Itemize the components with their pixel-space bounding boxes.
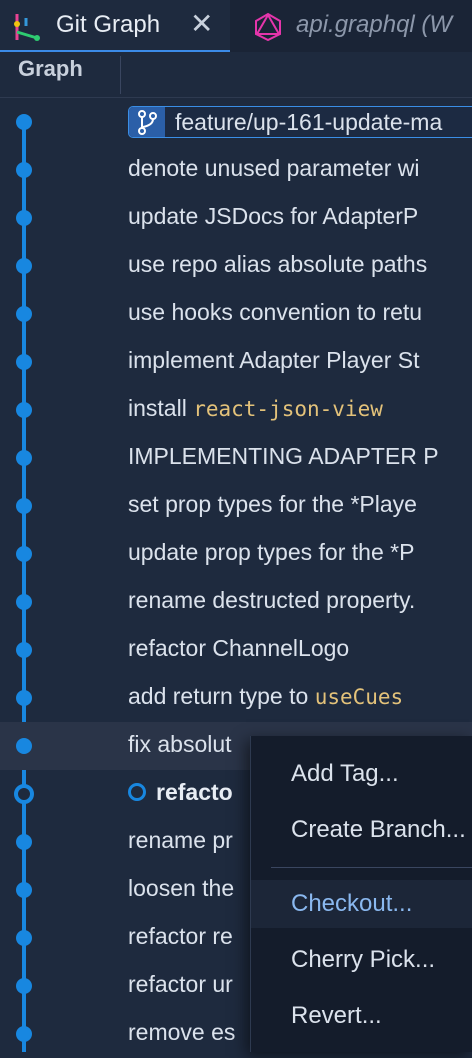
table-row[interactable]: use hooks convention to retu (0, 290, 472, 338)
menu-item-checkout[interactable]: Checkout... (251, 880, 472, 928)
commit-dot (16, 258, 32, 274)
commit-message: update prop types for the *P (128, 539, 415, 565)
commit-dot (16, 354, 32, 370)
commit-text: refacto (156, 779, 233, 805)
commit-message: refactor ur (128, 971, 233, 997)
table-row[interactable]: feature/up-161-update-ma (0, 98, 472, 146)
menu-item-label: Checkout... (291, 890, 413, 917)
tab-label: Git Graph (56, 11, 161, 38)
commit-message: rename pr (128, 827, 233, 853)
context-menu: Add Tag... Create Branch... Checkout... … (250, 736, 472, 1052)
commit-code: react-json-view (193, 397, 383, 421)
tab-git-graph[interactable]: Git Graph ✕ (0, 0, 230, 52)
commit-dot (16, 738, 32, 754)
commit-code: useCues (314, 685, 404, 709)
commit-message: use repo alias absolute paths (128, 251, 428, 277)
menu-item-label: Create Branch... (291, 816, 466, 843)
graph-column-header[interactable]: Graph (18, 56, 83, 82)
menu-item-add-tag[interactable]: Add Tag... (251, 750, 472, 798)
table-row[interactable]: denote unused parameter wi (0, 146, 472, 194)
commit-message: rename destructed property. (128, 587, 416, 613)
table-row[interactable]: rename destructed property. (0, 578, 472, 626)
column-divider[interactable] (120, 56, 121, 94)
commit-message: loosen the (128, 875, 235, 901)
menu-item-label: Cherry Pick... (291, 946, 436, 973)
tab-label: api.graphql (W (296, 11, 453, 38)
tab-bar: Git Graph ✕ api.graphql (W (0, 0, 472, 52)
commit-dot (16, 834, 32, 850)
commit-message: implement Adapter Player St (128, 347, 420, 373)
branch-icon (129, 107, 165, 137)
branch-badge[interactable]: feature/up-161-update-ma (128, 106, 472, 138)
menu-item-cherry-pick[interactable]: Cherry Pick... (251, 936, 472, 984)
commit-dot (16, 882, 32, 898)
commit-dot (16, 978, 32, 994)
commit-dot (16, 210, 32, 226)
commit-dot (16, 114, 32, 130)
commit-text: add return type to (128, 683, 315, 709)
commit-dot (16, 594, 32, 610)
commit-message: install react-json-view (128, 395, 383, 422)
commit-message: refactor re (128, 923, 233, 949)
commit-dot (16, 306, 32, 322)
menu-item-create-branch[interactable]: Create Branch... (251, 806, 472, 854)
menu-separator (271, 867, 472, 868)
tab-api-graphql[interactable]: api.graphql (W (232, 0, 472, 52)
table-row[interactable]: refactor ChannelLogo (0, 626, 472, 674)
close-icon[interactable]: ✕ (190, 10, 213, 38)
table-row[interactable]: use repo alias absolute paths (0, 242, 472, 290)
commit-message: add return type to useCues (128, 683, 403, 710)
table-row[interactable]: set prop types for the *Playe (0, 482, 472, 530)
commit-message: refacto (128, 779, 233, 806)
branch-name: feature/up-161-update-ma (175, 109, 443, 135)
table-row[interactable]: update JSDocs for AdapterP (0, 194, 472, 242)
commit-dot (16, 162, 32, 178)
menu-item-revert[interactable]: Revert... (251, 992, 472, 1040)
commit-message: fix absolut (128, 731, 232, 757)
commit-message: denote unused parameter wi (128, 155, 420, 181)
commit-message: remove es (128, 1019, 236, 1045)
commit-text: install (128, 395, 194, 421)
commit-dot (16, 498, 32, 514)
commit-message: update JSDocs for AdapterP (128, 203, 419, 229)
commit-message: IMPLEMENTING ADAPTER P (128, 443, 439, 469)
table-row[interactable]: install react-json-view (0, 386, 472, 434)
commit-dot (16, 450, 32, 466)
commit-dot (16, 402, 32, 418)
graphql-icon (254, 12, 282, 47)
head-commit-dot (14, 784, 34, 804)
menu-item-label: Revert... (291, 1002, 382, 1029)
table-row[interactable]: update prop types for the *P (0, 530, 472, 578)
commit-dot (16, 642, 32, 658)
commit-dot (16, 930, 32, 946)
head-indicator-icon (128, 782, 146, 801)
table-row[interactable]: add return type to useCues (0, 674, 472, 722)
commit-dot (16, 690, 32, 706)
menu-item-label: Add Tag... (291, 760, 399, 787)
commit-message: set prop types for the *Playe (128, 491, 417, 517)
git-graph-icon (12, 12, 42, 47)
table-row[interactable]: IMPLEMENTING ADAPTER P (0, 434, 472, 482)
commit-dot (16, 1026, 32, 1042)
table-row[interactable]: implement Adapter Player St (0, 338, 472, 386)
commit-message: use hooks convention to retu (128, 299, 423, 325)
column-header: Graph (0, 52, 472, 98)
commit-message: refactor ChannelLogo (128, 635, 350, 661)
commit-dot (16, 546, 32, 562)
